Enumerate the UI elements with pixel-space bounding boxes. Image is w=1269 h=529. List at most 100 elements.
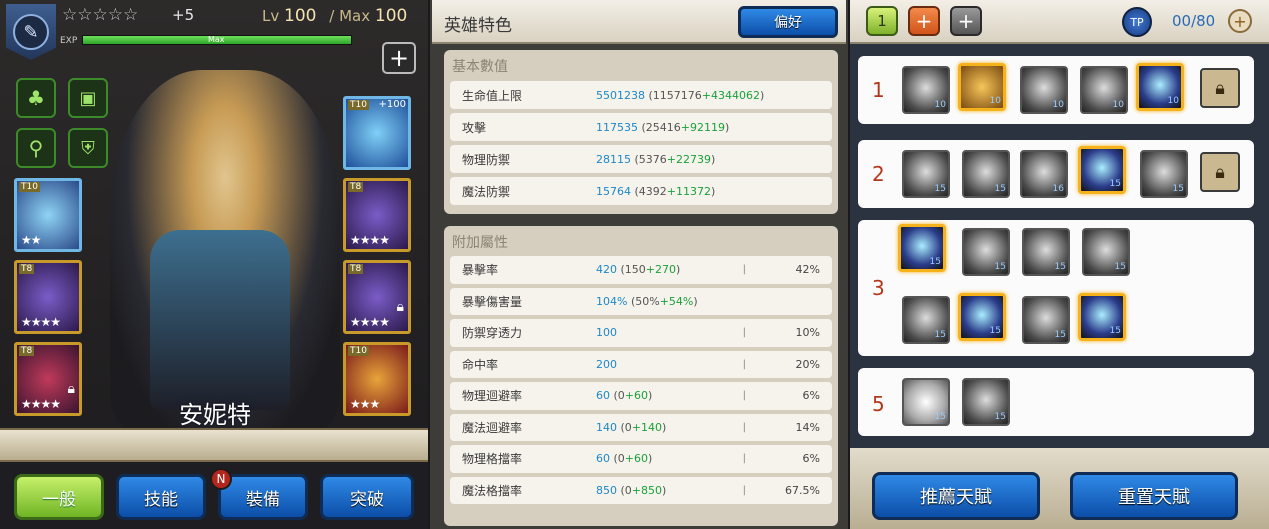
stat-base: 0 [624, 420, 632, 434]
talent-skill-icon[interactable]: 15 [958, 293, 1006, 341]
talent-skill-icon[interactable]: 15 [1082, 228, 1130, 276]
add-tab-button[interactable]: + [908, 6, 940, 36]
stat-bonus: +22739 [666, 152, 712, 166]
tab-skills[interactable]: 技能 [116, 474, 206, 520]
card-plus: +100 [378, 99, 406, 110]
talent-skill-icon[interactable]: 10 [1136, 63, 1184, 111]
equipment-card[interactable]: T8 ★★★★ 🔒︎ [343, 260, 411, 334]
stat-value: 117535 [596, 120, 638, 134]
stat-separator: | [742, 327, 746, 339]
stat-separator: | [742, 453, 746, 465]
stat-value: 104% [596, 294, 628, 308]
talent-skill-icon[interactable]: 15 [1078, 293, 1126, 341]
equipment-card[interactable]: T10 ★★★ [343, 342, 411, 416]
talent-skill-icon[interactable]: 15 [1022, 296, 1070, 344]
armor-icon[interactable]: ⛨ [68, 128, 108, 168]
stat-base: 25416 [645, 120, 681, 134]
hero-panel: ✎ ☆☆☆☆☆ +5 Lv 100 / Max 100 EXP Max + ♣ … [0, 0, 428, 529]
stat-separator: | [742, 484, 746, 496]
stat-label: 物理迴避率 [462, 389, 523, 404]
traits-panel: 英雄特色 偏好 基本數值 附加屬性 生命值上限 5501238 (1157176+… [430, 0, 848, 529]
exp-status: Max [208, 35, 225, 44]
preference-button[interactable]: 偏好 [738, 6, 838, 38]
talent-skill-icon[interactable]: 15 [1078, 146, 1126, 194]
talent-skill-icon[interactable]: 15 [962, 228, 1010, 276]
stat-base: 50% [635, 294, 660, 308]
lock-icon: 🔒︎ [396, 299, 404, 315]
equipment-card[interactable]: T10 +100 [343, 96, 411, 170]
stat-value: 60 [596, 452, 610, 466]
talent-skill-icon[interactable]: 15 [1022, 228, 1070, 276]
stat-bonus: +140 [631, 420, 663, 434]
search-icon[interactable]: ⚲ [16, 128, 56, 168]
talent-skill-icon[interactable]: 15 [902, 296, 950, 344]
extra-stats-list: 暴擊率 420 (150+270) | 42% 暴擊傷害量 104% (50%+54%) 防… [450, 256, 832, 508]
stat-bonus: +60 [624, 389, 649, 403]
stat-label: 命中率 [462, 357, 499, 372]
stat-base: 1157176 [652, 88, 702, 102]
talent-skill-icon[interactable]: 10 [1080, 66, 1128, 114]
stat-row: 物理格擋率 60 (0+60) | 6% [450, 445, 832, 473]
equipment-card[interactable]: T10 ★★ [14, 178, 82, 252]
stat-value: 100 [596, 326, 617, 340]
tab-breakthrough[interactable]: 突破 [320, 474, 414, 520]
stat-row: 暴擊率 420 (150+270) | 42% [450, 256, 832, 284]
stat-value: 28115 [596, 152, 631, 166]
stat-base: 0 [624, 483, 632, 497]
level-value: 100 [284, 6, 317, 26]
outfit-icon[interactable]: ♣ [16, 78, 56, 118]
stat-bonus: +11372 [666, 184, 712, 198]
equipment-card[interactable]: T8 ★★★★ 🔒︎ [14, 342, 82, 416]
stat-value: 200 [596, 357, 617, 371]
talent-skill-icon[interactable]: 15 [902, 378, 950, 426]
stat-label: 魔法迴避率 [462, 420, 523, 435]
stat-label: 攻擊 [462, 120, 487, 135]
stat-label: 生命值上限 [462, 88, 523, 103]
exp-bar: Max [82, 35, 352, 45]
equipment-card[interactable]: T8 ★★★★ [343, 178, 411, 252]
talent-skill-icon[interactable]: 15 [962, 150, 1010, 198]
stat-row: 魔法防禦 15764 (4392+11372) [450, 177, 832, 205]
stat-separator: | [742, 358, 746, 370]
stat-bonus: +60 [624, 452, 649, 466]
traits-title: 英雄特色 [444, 16, 512, 36]
stat-percent: 6% [802, 452, 820, 466]
add-tp-button[interactable]: + [1228, 9, 1252, 33]
reset-talents-button[interactable]: 重置天賦 [1070, 472, 1238, 520]
tab-general[interactable]: 一般 [14, 474, 104, 520]
collection-icon[interactable]: ▣ [68, 78, 108, 118]
stat-row: 物理防禦 28115 (5376+22739) [450, 145, 832, 173]
lock-icon: 🔒︎ [1200, 68, 1240, 108]
stat-percent: 6% [802, 389, 820, 403]
talent-skill-icon[interactable]: 15 [1140, 150, 1188, 198]
add-button[interactable]: + [382, 42, 416, 74]
star-bonus: +5 [172, 6, 195, 24]
stat-row: 生命值上限 5501238 (1157176+4344062) [450, 81, 832, 109]
equipment-card[interactable]: T8 ★★★★ [14, 260, 82, 334]
stat-bonus: +850 [631, 483, 663, 497]
stat-value: 420 [596, 263, 617, 277]
new-badge: N [210, 468, 232, 490]
base-stats-list: 生命值上限 5501238 (1157176+4344062) 攻擊 117535 (… [450, 81, 832, 209]
stat-label: 暴擊傷害量 [462, 294, 523, 309]
stat-label: 物理防禦 [462, 152, 511, 167]
base-stats-heading: 基本數值 [452, 59, 508, 75]
class-badge-icon: ✎ [6, 4, 56, 60]
talent-skill-icon[interactable]: 10 [1020, 66, 1068, 114]
tab-1[interactable]: 1 [866, 6, 898, 36]
talent-skill-icon[interactable]: 15 [902, 150, 950, 198]
talent-skill-icon[interactable]: 10 [902, 66, 950, 114]
talent-skill-icon[interactable]: 15 [898, 224, 946, 272]
hero-star-rating: ☆☆☆☆☆ [62, 5, 139, 25]
stat-row: 物理迴避率 60 (0+60) | 6% [450, 382, 832, 410]
add-tab-disabled-button[interactable]: + [950, 6, 982, 36]
recommend-talents-button[interactable]: 推薦天賦 [872, 472, 1040, 520]
talent-skill-icon[interactable]: 10 [958, 63, 1006, 111]
lock-icon: 🔒︎ [67, 381, 75, 397]
talent-skill-icon[interactable]: 15 [962, 378, 1010, 426]
stat-bonus: +54% [659, 294, 694, 308]
tp-value: 00/80 [1172, 12, 1216, 30]
talent-skill-icon[interactable]: 16 [1020, 150, 1068, 198]
talents-panel: 1 + + TP 00/80 + 1 2 3 5 10 10 10 10 10 … [850, 0, 1269, 529]
stat-separator: | [742, 264, 746, 276]
